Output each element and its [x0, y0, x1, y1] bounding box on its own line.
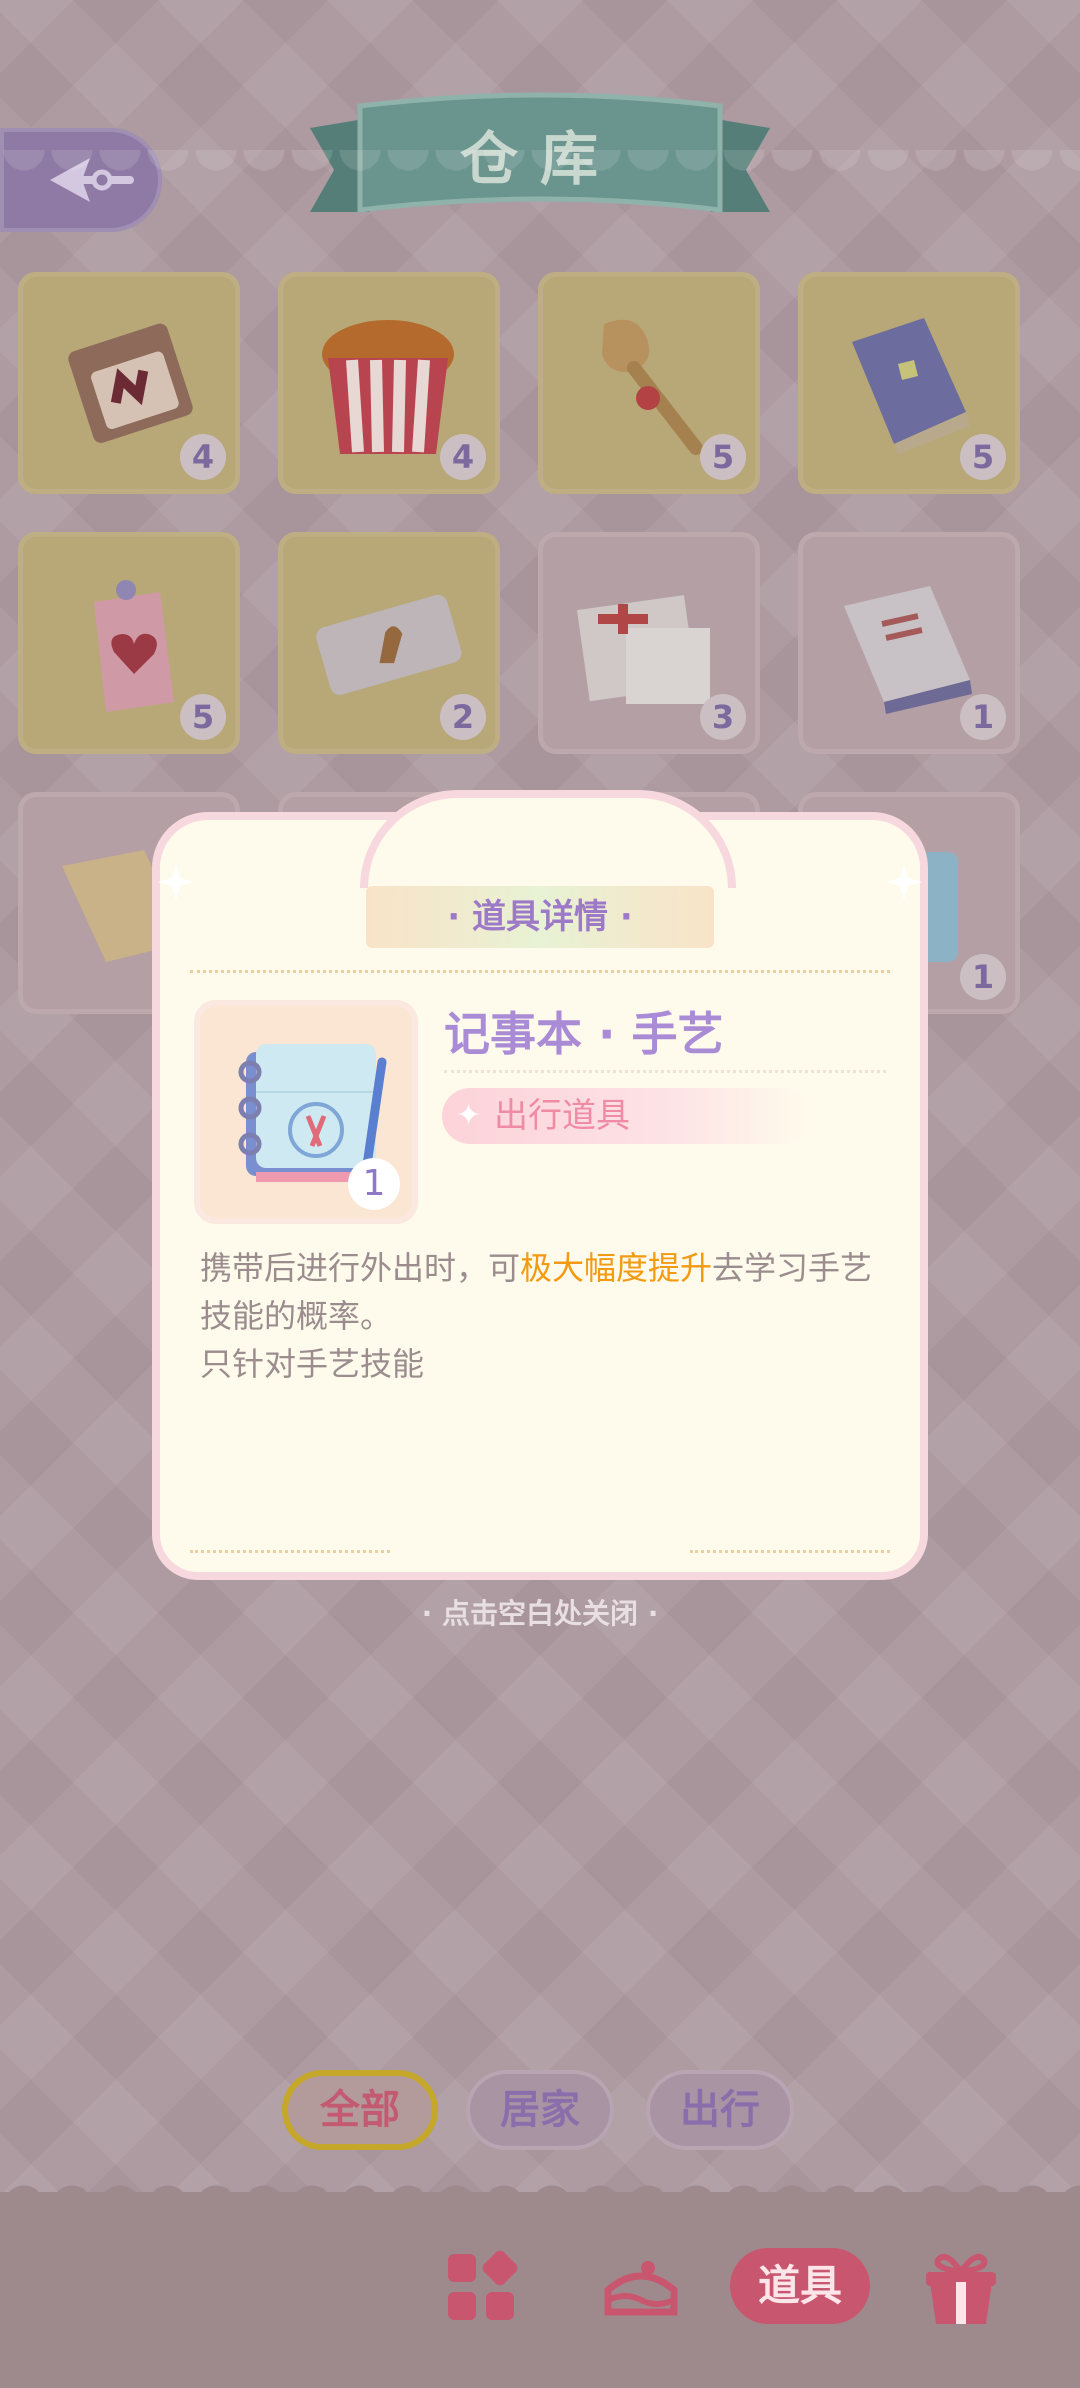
cake-icon[interactable] — [596, 2242, 686, 2332]
chocolate-box-icon — [68, 323, 193, 443]
grid-item-wooden-staff[interactable]: 5 — [538, 272, 760, 494]
item-count: 2 — [440, 694, 486, 740]
food-ticket-icon — [316, 594, 462, 695]
item-name: 记事本 · 手艺 — [444, 1007, 724, 1061]
item-description: 携带后进行外出时，可极大幅度提升去学习手艺技能的概率。 只针对手艺技能 — [200, 1244, 900, 1388]
item-detail-dialog: · 道具详情 · 1 记事本 · 手艺 ✦ 出行道具 携带后进行外出时，可极大幅… — [152, 790, 928, 1580]
corner-sparkle-right-icon — [886, 864, 922, 900]
desc-highlight: 极大幅度提升 — [520, 1249, 713, 1287]
gift-box-icon[interactable] — [916, 2242, 1006, 2332]
grid-item-encyclopedia[interactable]: 1 — [798, 532, 1020, 754]
dialog-tag: · 道具详情 · — [366, 886, 714, 948]
grid-item-medical-documents[interactable]: 3 — [538, 532, 760, 754]
blue-book-icon — [852, 318, 970, 454]
grid-icon[interactable] — [436, 2242, 526, 2332]
encyclopedia-book-icon — [844, 586, 972, 714]
grid-item-chocolate-box[interactable]: 4 — [18, 272, 240, 494]
grid-item-heart-charm[interactable]: 5 — [18, 532, 240, 754]
grid-item-fried-chicken[interactable]: 4 — [278, 272, 500, 494]
divider — [444, 1070, 886, 1073]
back-button[interactable] — [0, 128, 162, 232]
item-type-label: 出行道具 — [494, 1096, 630, 1136]
divider — [690, 1550, 890, 1553]
close-hint[interactable]: · 点击空白处关闭 · — [0, 1592, 1080, 1632]
wooden-staff-icon — [602, 319, 703, 455]
dialog-arch — [360, 790, 736, 888]
item-count: 5 — [180, 694, 226, 740]
warehouse-screen: 仓库 4 4 5 — [0, 0, 1080, 2388]
divider — [190, 970, 890, 973]
tab-all[interactable]: 全部 — [282, 2070, 438, 2150]
item-count: 3 — [700, 694, 746, 740]
item-count: 1 — [960, 954, 1006, 1000]
item-count: 4 — [180, 434, 226, 480]
heart-charm-icon — [94, 580, 174, 712]
grid-item-food-ticket[interactable]: 2 — [278, 532, 500, 754]
header-scallop — [0, 150, 1080, 178]
item-type-badge: ✦ 出行道具 — [442, 1088, 812, 1144]
desc-note: 只针对手艺技能 — [200, 1345, 425, 1383]
sparkle-icon: ✦ — [456, 1098, 482, 1133]
item-count: 5 — [960, 434, 1006, 480]
tab-home[interactable]: 居家 — [466, 2070, 614, 2150]
nav-items[interactable]: 道具 — [730, 2248, 870, 2324]
divider — [190, 1550, 390, 1553]
grid-item-blue-book[interactable]: 5 — [798, 272, 1020, 494]
item-count: 1 — [960, 694, 1006, 740]
medical-documents-icon — [576, 595, 710, 704]
item-count-badge: 1 — [348, 1158, 400, 1210]
tab-outing[interactable]: 出行 — [646, 2070, 794, 2150]
corner-sparkle-left-icon — [158, 864, 194, 900]
item-count: 5 — [700, 434, 746, 480]
fried-chicken-bucket-icon — [322, 320, 454, 454]
desc-text: 携带后进行外出时，可 — [200, 1249, 521, 1287]
item-count: 4 — [440, 434, 486, 480]
